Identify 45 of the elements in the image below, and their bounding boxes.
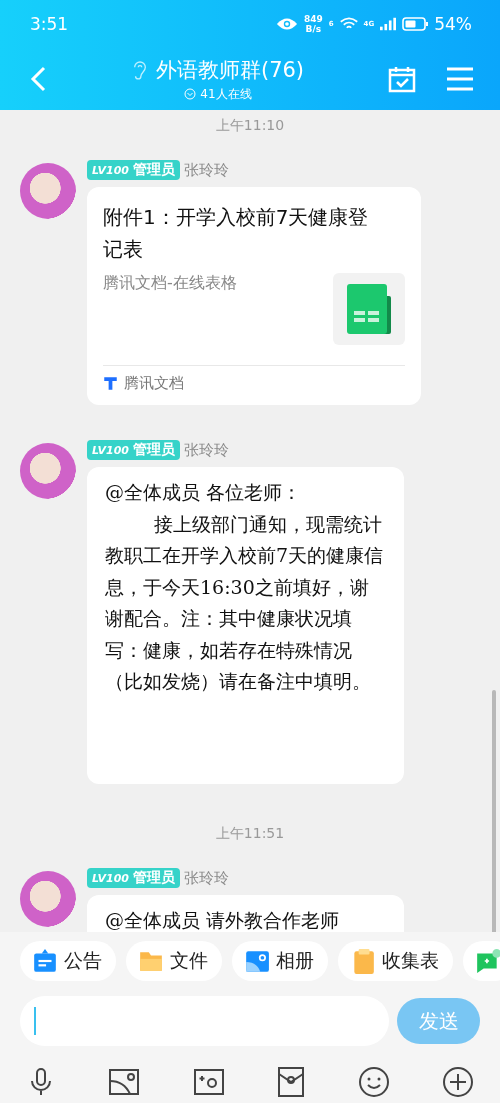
- plus-circle-icon[interactable]: [441, 1066, 474, 1098]
- admin-badge: LV100 管理员: [87, 440, 180, 460]
- admin-badge: LV100 管理员: [87, 160, 180, 180]
- message-text: @全体成员 各位老师：: [105, 480, 303, 505]
- doc-title: 附件1：开学入校前7天健康登记表: [103, 204, 370, 263]
- back-icon[interactable]: [30, 66, 48, 92]
- chat-sparkle-icon: [475, 948, 500, 974]
- notice-board-icon: [32, 948, 58, 974]
- quick-action-chip[interactable]: 文件: [126, 941, 222, 981]
- timestamp: 上午11:10: [215, 116, 285, 135]
- network-speed: 849: [303, 14, 323, 24]
- message-text: @全体成员 请外教合作老师: [105, 908, 341, 932]
- doc-subtitle: 腾讯文档-在线表格: [103, 273, 237, 294]
- camera-icon[interactable]: [192, 1067, 225, 1097]
- online-count: 41人在线: [200, 85, 252, 103]
- battery-icon: [402, 17, 429, 31]
- quick-action-chip[interactable]: 收集表: [338, 941, 453, 981]
- eye-icon: [275, 16, 298, 32]
- doc-source: 腾讯文档: [124, 374, 184, 393]
- doc-logo-icon: [103, 376, 118, 391]
- emoji-icon[interactable]: [357, 1066, 390, 1098]
- image-icon[interactable]: [108, 1067, 141, 1097]
- doc-card[interactable]: 附件1：开学入校前7天健康登记表 腾讯文档-在线表格 腾讯文档: [87, 187, 421, 405]
- clock: 3:51: [30, 14, 69, 34]
- network-speed-unit: B/s: [305, 24, 322, 34]
- menu-icon[interactable]: [446, 67, 474, 91]
- admin-badge: LV100 管理员: [87, 868, 180, 888]
- signal-icon: [380, 17, 397, 31]
- envelope-icon[interactable]: [277, 1066, 306, 1098]
- calendar-check-icon[interactable]: [388, 65, 416, 93]
- sender-name: 张玲玲: [184, 160, 229, 180]
- sender-name: 张玲玲: [184, 440, 229, 460]
- spreadsheet-icon: [333, 273, 405, 345]
- group-title: 外语教师群(76): [155, 56, 305, 84]
- picture-icon: [244, 948, 270, 974]
- quick-action-chip[interactable]: 相册: [232, 941, 328, 981]
- message-input[interactable]: [20, 996, 389, 1046]
- quick-action-chip[interactable]: [463, 941, 500, 981]
- timestamp: 上午11:51: [215, 824, 285, 843]
- message-text: 接上级部门通知，现需统计教职工在开学入校前7天的健康信息，于今天16:30之前填好，谢谢配合。注：其中健康状况填写：健康，如若存在特殊情况（比如发烧）请在备注中填明。: [105, 511, 385, 694]
- ear-icon: [131, 58, 148, 81]
- chevron-circle-icon: [184, 88, 197, 100]
- sender-name: 张玲玲: [184, 868, 229, 888]
- battery-percent: 54%: [434, 14, 472, 34]
- quick-action-chip[interactable]: 公告: [20, 941, 116, 981]
